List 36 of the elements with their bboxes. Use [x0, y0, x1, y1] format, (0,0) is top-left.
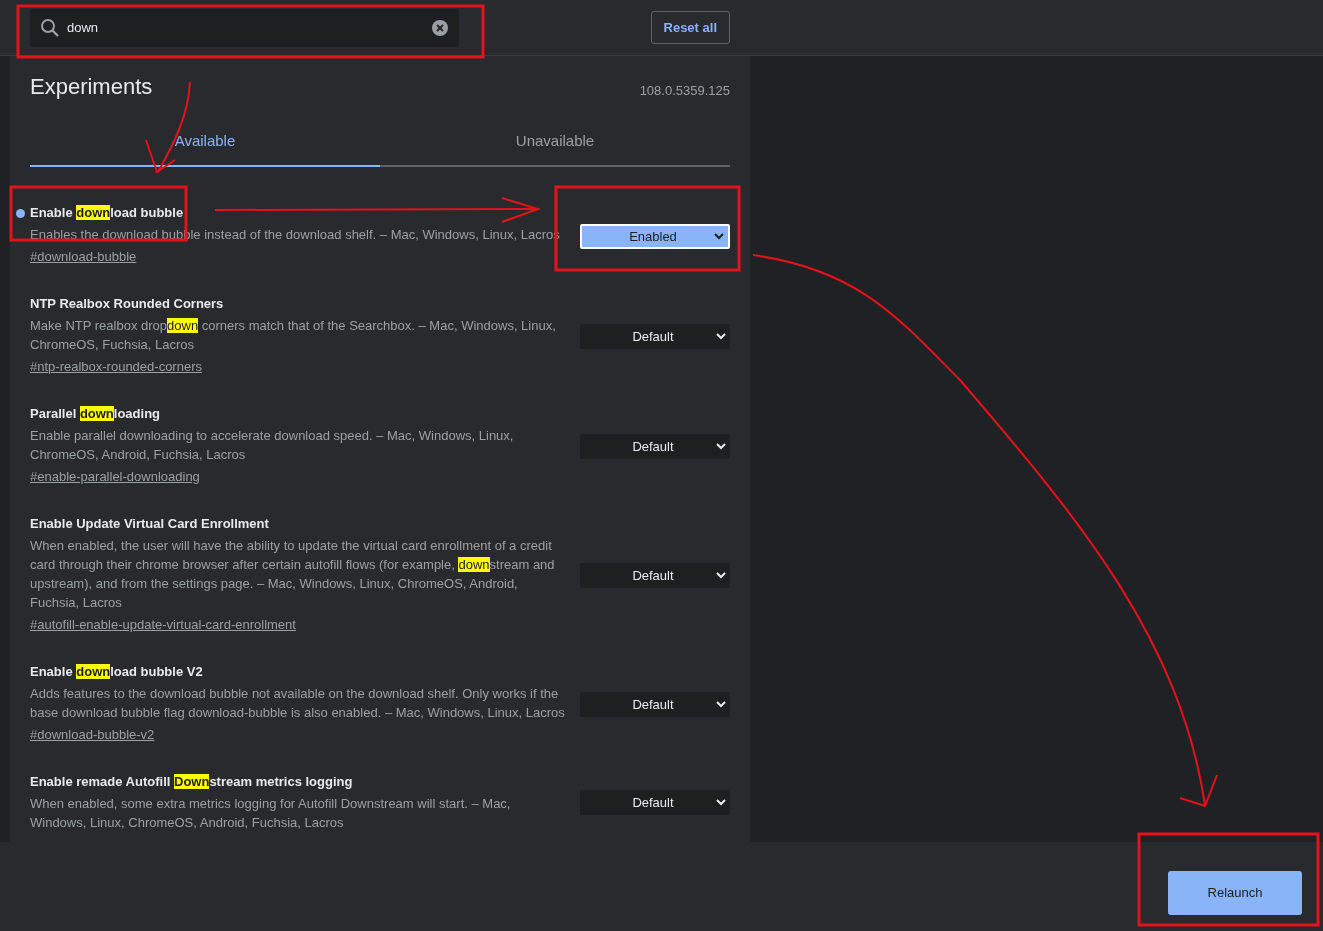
- reset-all-button[interactable]: Reset all: [650, 10, 730, 45]
- chevron-down-icon: [716, 443, 726, 451]
- flag-description: When enabled, some extra metrics logging for Autofill Downstream will start. – Mac, Windows, Linux, ChromeOS, Android, Fuchsia, Lacros: [30, 794, 512, 832]
- flag-link[interactable]: #download-bubble: [30, 246, 137, 266]
- flag-link[interactable]: #autofill-enable-update-virtual-card-enrollment: [30, 614, 296, 634]
- flag-link[interactable]: #download-bubble-v2: [30, 724, 155, 744]
- tab[interactable]: Available: [30, 116, 380, 167]
- version-label: 108.0.5359.125: [639, 81, 730, 100]
- flag-link[interactable]: #enable-parallel-downloading: [30, 466, 200, 486]
- flag-link[interactable]: #ntp-realbox-rounded-corners: [30, 356, 202, 376]
- flag-title: Enable Update Virtual Card Enrollment: [30, 515, 270, 532]
- chevron-down-icon: [716, 333, 726, 341]
- flag-title: Parallel downloading: [30, 405, 162, 422]
- flag-dropdown[interactable]: Default: [580, 563, 730, 589]
- chevron-down-icon: [716, 701, 726, 709]
- search-icon: [40, 17, 60, 38]
- flag-description: When enabled, the user will have the ability to update the virtual card enrollment of a credit card through their chrome browser after certain autofill flows (for example, downstream and upstream), and from the settings page. – Mac, Windows, Linux, ChromeOS, Android, Fuchsia, Lacros: [30, 536, 556, 612]
- flag-dropdown[interactable]: Default: [580, 790, 730, 816]
- relaunch-button[interactable]: Relaunch: [1168, 871, 1302, 915]
- flag-description: Enable parallel downloading to accelerate download speed. – Mac, Windows, Linux, ChromeOS, Android, Fuchsia, Lacros: [30, 426, 515, 464]
- flag-description: Adds features to the download bubble not available on the download shelf. Only works if the base download bubble flag download-bubble is also enabled. – Mac, Windows, Linux, Lacros: [30, 684, 565, 722]
- clear-icon[interactable]: [431, 18, 449, 37]
- flag-title: Enable download bubble: [30, 204, 565, 221]
- flag-dropdown[interactable]: Default: [580, 324, 730, 350]
- flag-dropdown[interactable]: Default: [580, 434, 730, 460]
- flag-dropdown[interactable]: Enabled: [580, 223, 730, 249]
- search-field[interactable]: down: [30, 8, 459, 47]
- flag-title: NTP Realbox Rounded Corners: [30, 295, 225, 312]
- tab[interactable]: Unavailable: [380, 116, 730, 167]
- flag-title: Enable download bubble V2: [30, 663, 204, 680]
- chevron-down-icon: [716, 799, 726, 807]
- page-title: Experiments: [30, 74, 153, 101]
- flag-title: Enable remade Autofill Downstream metrics logging: [30, 773, 354, 790]
- flag-dropdown[interactable]: Default: [580, 692, 730, 718]
- chevron-down-icon: [714, 232, 724, 240]
- chevron-down-icon: [716, 572, 726, 580]
